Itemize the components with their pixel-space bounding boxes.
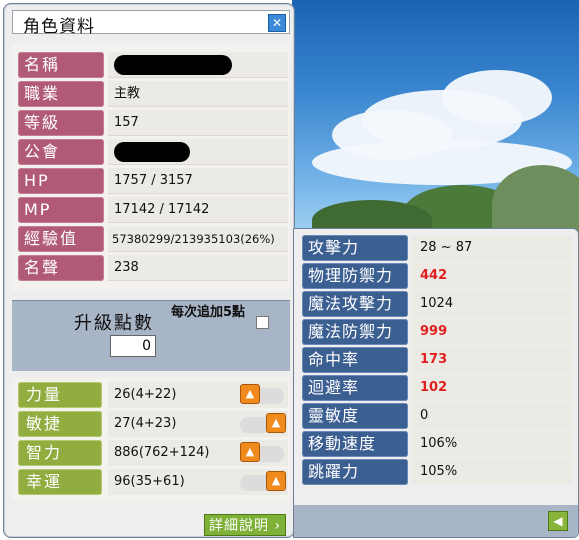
combat-label: 魔法防禦力 [302, 319, 408, 345]
combat-value: 102 [412, 375, 572, 401]
info-label: 名聲 [18, 255, 104, 281]
stat-label: 幸運 [18, 469, 102, 495]
info-value: 17142 / 17142 [108, 197, 288, 223]
combat-label: 迴避率 [302, 375, 408, 401]
auto-add-label: 每次追加5點 [170, 305, 246, 320]
info-row-guild: 公會 [18, 139, 288, 165]
combat-label: 魔法攻擊力 [302, 291, 408, 317]
combat-label: 攻擊力 [302, 235, 408, 261]
combat-footer: ◀ [294, 505, 578, 537]
combat-value: 105% [412, 459, 572, 485]
combat-value: 442 [412, 263, 572, 289]
combat-row: 迴避率 102 [302, 375, 572, 401]
combat-row: 攻擊力 28 ~ 87 [302, 235, 572, 261]
redacted-name [114, 55, 232, 75]
info-label: MP [18, 197, 104, 223]
ability-points-title: 升級點數 [74, 313, 154, 334]
window-titlebar[interactable]: 角色資料 ✕ [12, 10, 290, 37]
stat-row-int: 智力 886(762+124) ▲ [18, 440, 288, 466]
combat-label: 跳躍力 [302, 459, 408, 485]
arrow-up-icon[interactable]: ▲ [240, 442, 260, 462]
combat-label: 物理防禦力 [302, 263, 408, 289]
stat-label: 智力 [18, 440, 102, 466]
combat-value: 106% [412, 431, 572, 457]
info-row-exp: 經驗值 57380299/213935103(26%) [18, 226, 288, 252]
arrow-up-icon[interactable]: ▲ [266, 413, 286, 433]
info-value: 57380299/213935103(26%) [108, 226, 288, 252]
info-row-mp: MP 17142 / 17142 [18, 197, 288, 223]
stat-row-str: 力量 26(4+22) ▲ [18, 382, 288, 408]
combat-value: 1024 [412, 291, 572, 317]
combat-label: 移動速度 [302, 431, 408, 457]
combat-value: 28 ~ 87 [412, 235, 572, 261]
info-row-hp: HP 1757 / 3157 [18, 168, 288, 194]
detail-button-label: 詳細說明 [209, 518, 269, 534]
info-value: 238 [108, 255, 288, 281]
combat-row: 跳躍力 105% [302, 459, 572, 485]
combat-row: 移動速度 106% [302, 431, 572, 457]
sky-background [292, 0, 579, 232]
combat-row: 命中率 173 [302, 347, 572, 373]
combat-row: 靈敏度 0 [302, 403, 572, 429]
close-icon[interactable]: ✕ [268, 14, 286, 32]
ability-points-value: 0 [110, 335, 156, 357]
stat-row-dex: 敏捷 27(4+23) ▲ [18, 411, 288, 437]
arrow-up-icon[interactable]: ▲ [266, 471, 286, 491]
arrow-left-icon[interactable]: ◀ [548, 511, 568, 531]
info-row-name: 名稱 [18, 52, 288, 78]
info-label: 公會 [18, 139, 104, 165]
combat-value: 999 [412, 319, 572, 345]
info-label: 等級 [18, 110, 104, 136]
combat-value: 0 [412, 403, 572, 429]
stat-label: 力量 [18, 382, 102, 408]
auto-add-checkbox[interactable] [256, 316, 269, 329]
stat-label: 敏捷 [18, 411, 102, 437]
combat-row: 魔法攻擊力 1024 [302, 291, 572, 317]
combat-label: 命中率 [302, 347, 408, 373]
info-label: 職業 [18, 81, 104, 107]
ability-points-section: 升級點數 0 每次追加5點 [12, 300, 290, 371]
redacted-guild [114, 142, 190, 162]
combat-row: 物理防禦力 442 [302, 263, 572, 289]
combat-value: 173 [412, 347, 572, 373]
info-row-fame: 名聲 238 [18, 255, 288, 281]
combat-label: 靈敏度 [302, 403, 408, 429]
info-row-level: 等級 157 [18, 110, 288, 136]
detail-button[interactable]: 詳細說明 › [204, 514, 286, 536]
arrow-up-icon[interactable]: ▲ [240, 384, 260, 404]
character-info-window: 角色資料 ✕ 名稱 職業 主教 等級 157 公會 HP 1757 / 3157… [3, 3, 295, 538]
combat-row: 魔法防禦力 999 [302, 319, 572, 345]
info-label: HP [18, 168, 104, 194]
info-label: 名稱 [18, 52, 104, 78]
info-value: 主教 [108, 81, 288, 107]
stats-section: 力量 26(4+22) ▲ 敏捷 27(4+23) ▲ 智力 886(762+1… [12, 378, 290, 501]
info-row-job: 職業 主教 [18, 81, 288, 107]
info-value: 1757 / 3157 [108, 168, 288, 194]
stat-row-luk: 幸運 96(35+61) ▲ [18, 469, 288, 495]
combat-stats-window: 攻擊力 28 ~ 87 物理防禦力 442 魔法攻擊力 1024 魔法防禦力 9… [293, 228, 579, 538]
info-value: 157 [108, 110, 288, 136]
window-title: 角色資料 [23, 17, 95, 37]
info-label: 經驗值 [18, 226, 104, 252]
basic-info-section: 名稱 職業 主教 等級 157 公會 HP 1757 / 3157 MP 171… [12, 44, 290, 291]
